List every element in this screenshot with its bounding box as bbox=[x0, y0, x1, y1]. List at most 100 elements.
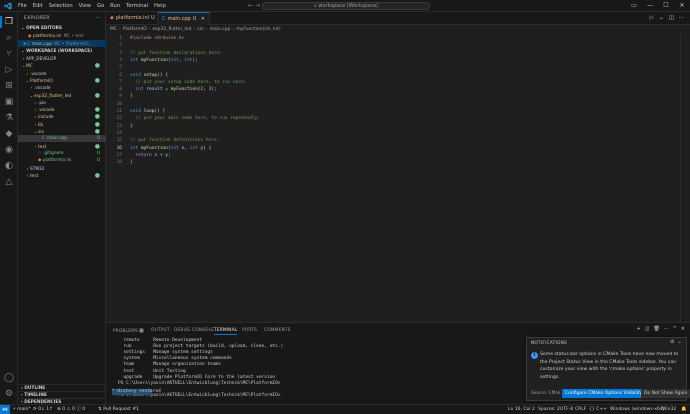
close-window-icon[interactable]: ✕ bbox=[674, 0, 690, 12]
extensions-icon[interactable]: ⊞ bbox=[3, 80, 15, 92]
cmake-icon[interactable]: △ bbox=[3, 176, 15, 188]
menu-edit[interactable]: Edit bbox=[30, 0, 46, 12]
remote-indicator-icon[interactable]: ⋈ bbox=[0, 405, 10, 414]
new-terminal-icon[interactable]: + bbox=[637, 326, 641, 332]
code-line: } bbox=[130, 94, 133, 100]
editor-scrollbar[interactable] bbox=[680, 34, 690, 322]
breadcrumb-item[interactable]: esp32_flutter_led bbox=[153, 27, 192, 32]
config-status[interactable]: Win32 bbox=[662, 405, 676, 414]
tree-item[interactable]: › APP_DEVELOP bbox=[18, 55, 106, 62]
account-icon[interactable]: ◯ bbox=[3, 372, 15, 384]
tree-item[interactable]: › include ● bbox=[18, 113, 106, 120]
tab-label: DEBUG CONSOLE bbox=[174, 328, 215, 333]
more-actions-icon[interactable]: ··· bbox=[679, 12, 684, 25]
split-editor-icon[interactable]: ◫ bbox=[669, 12, 674, 25]
breadcrumb-item[interactable]: MC bbox=[110, 27, 117, 32]
open-editor-name: main.cpp bbox=[32, 42, 52, 47]
maximize-panel-icon[interactable]: ^ bbox=[673, 326, 677, 332]
platform-status[interactable]: Windows (windows-x64) bbox=[610, 405, 664, 414]
language-mode[interactable]: {} C++ bbox=[589, 405, 607, 414]
timeline-section[interactable]: › TIMELINE bbox=[18, 391, 106, 398]
open-editor-item[interactable]: ✕C main.cpp MC • PlatformIO... bbox=[18, 40, 106, 47]
explorer-icon[interactable]: ❐ bbox=[0, 16, 15, 28]
back-arrow-icon[interactable]: ← bbox=[248, 2, 253, 9]
maximize-icon[interactable]: ☐ bbox=[658, 0, 674, 12]
menu-run[interactable]: Run bbox=[107, 0, 123, 12]
tab-main-cpp[interactable]: Cmain.cpp U ✕ bbox=[158, 12, 210, 25]
run-icon[interactable]: ▷ bbox=[650, 12, 654, 25]
line-number: 10 bbox=[116, 101, 122, 107]
pull-request-status[interactable]: ⇅ Pull Request #1 bbox=[98, 405, 139, 414]
tree-item[interactable]: › test ● bbox=[18, 172, 106, 179]
cursor-position[interactable]: Ln 16, Col 2 bbox=[508, 405, 535, 414]
run-debug-icon[interactable]: ▷ bbox=[3, 64, 15, 76]
code-editor[interactable]: 1 #include <Arduino.h> 2 3 // put function d… bbox=[106, 34, 690, 322]
tab-platformio-ini[interactable]: ◆ platformio.ini U bbox=[106, 12, 158, 25]
breadcrumb-item[interactable]: src bbox=[197, 27, 204, 32]
forward-arrow-icon[interactable]: → bbox=[255, 2, 260, 9]
tab-comments[interactable]: COMMENTS bbox=[264, 328, 291, 333]
tab-output[interactable]: OUTPUT bbox=[151, 328, 170, 333]
tree-item[interactable]: › STM32 bbox=[18, 165, 106, 172]
tree-item[interactable]: ◇ .gitignore U bbox=[18, 150, 106, 157]
menu-go[interactable]: Go bbox=[94, 0, 107, 12]
tree-item[interactable]: › .vscode bbox=[18, 84, 106, 91]
menu-view[interactable]: View bbox=[76, 0, 94, 12]
chevron-down-icon[interactable]: ⌄ bbox=[659, 12, 664, 25]
layout-icon[interactable]: ▭ bbox=[626, 0, 642, 12]
menu-help[interactable]: Help bbox=[151, 0, 169, 12]
github-icon[interactable]: ◐ bbox=[3, 160, 15, 172]
sync-status[interactable]: ⟳ 0↓ 1↑ bbox=[33, 405, 53, 414]
tree-item[interactable]: › test ● bbox=[18, 143, 106, 150]
tree-item[interactable]: Cmain.cpp U bbox=[18, 135, 106, 143]
tree-item[interactable]: ⌄MC ● bbox=[18, 62, 106, 69]
split-terminal-icon[interactable]: ◫ bbox=[645, 326, 650, 332]
platformio-icon[interactable]: ◉ bbox=[3, 144, 15, 156]
menu-file[interactable]: File bbox=[15, 0, 30, 12]
notifications-bell-icon[interactable]: 🔔 bbox=[681, 405, 687, 414]
more-actions-icon[interactable]: ··· bbox=[95, 15, 100, 21]
breadcrumb-item[interactable]: main.cpp bbox=[210, 27, 231, 32]
breadcrumb-item[interactable]: myFunction(int, int) bbox=[236, 27, 280, 32]
workspace-section[interactable]: ⌄ WORKSPACE (WORKSPACE) bbox=[18, 48, 106, 55]
testing-icon[interactable]: ⚗ bbox=[3, 112, 15, 124]
tree-item[interactable]: ◆ platformio.ini U bbox=[18, 157, 106, 164]
problems-status[interactable]: ⊗ 0 ⚠ 0 ⓘ 0 bbox=[57, 405, 85, 414]
tree-item[interactable]: ⌄PlatformIO ● bbox=[18, 77, 106, 84]
tree-item[interactable]: ⌄esp32_flutter_led ● bbox=[18, 92, 106, 99]
do-not-show-again-button[interactable]: Do Not Show Again bbox=[641, 389, 690, 398]
line-endings[interactable]: CRLF bbox=[575, 405, 586, 414]
docker-icon[interactable]: ◆ bbox=[3, 128, 15, 140]
tree-item[interactable]: › .pio bbox=[18, 99, 106, 106]
branch-status[interactable]: ⑂ main* bbox=[13, 405, 31, 414]
menu-terminal[interactable]: Terminal bbox=[123, 0, 151, 12]
open-editor-item[interactable]: ◆ platformio.ini MC • test bbox=[18, 33, 106, 40]
menu-selection[interactable]: Selection bbox=[46, 0, 76, 12]
tree-item[interactable]: ⌄src ● bbox=[18, 128, 106, 135]
remote-explorer-icon[interactable]: ▣ bbox=[3, 96, 15, 108]
tab-problems[interactable]: PROBLEMS 1 bbox=[113, 328, 144, 334]
command-center[interactable]: ⌕ workspace (Workspace) bbox=[262, 2, 430, 10]
configure-cmake-options-button[interactable]: Configure CMake Options Visibility bbox=[562, 389, 646, 398]
settings-gear-icon[interactable]: ⚙ bbox=[3, 388, 15, 400]
minimize-icon[interactable]: — bbox=[642, 0, 658, 12]
tree-item[interactable]: › .vscode ● bbox=[18, 106, 106, 113]
breadcrumb-item[interactable]: PlatformIO bbox=[123, 27, 147, 32]
search-view-icon[interactable]: ⌕ bbox=[3, 32, 15, 44]
info-status-icon: ⓘ bbox=[76, 407, 81, 412]
close-panel-icon[interactable]: ✕ bbox=[681, 326, 685, 332]
tree-item[interactable]: › lib ● bbox=[18, 121, 106, 128]
open-editors-section[interactable]: ⌄ OPEN EDITORS bbox=[18, 25, 106, 32]
indentation[interactable]: Spaces: 2 bbox=[538, 405, 560, 414]
encoding[interactable]: UTF-8 bbox=[560, 405, 573, 414]
more-actions-icon[interactable]: ··· bbox=[664, 326, 669, 332]
chevron-down-icon[interactable]: ⌄ bbox=[678, 338, 683, 347]
tab-debug-console[interactable]: DEBUG CONSOLE bbox=[174, 328, 214, 333]
source-control-icon[interactable]: ⑂ bbox=[3, 48, 15, 60]
kill-terminal-icon[interactable]: 🗑 bbox=[653, 326, 659, 332]
outline-section[interactable]: › OUTLINE bbox=[18, 384, 106, 391]
tab-ports[interactable]: PORTS bbox=[242, 328, 257, 333]
tab-terminal[interactable]: TERMINAL bbox=[214, 328, 238, 335]
tree-item[interactable]: › .vscode bbox=[18, 70, 106, 77]
clear-all-icon[interactable]: ⊘ bbox=[670, 338, 675, 347]
